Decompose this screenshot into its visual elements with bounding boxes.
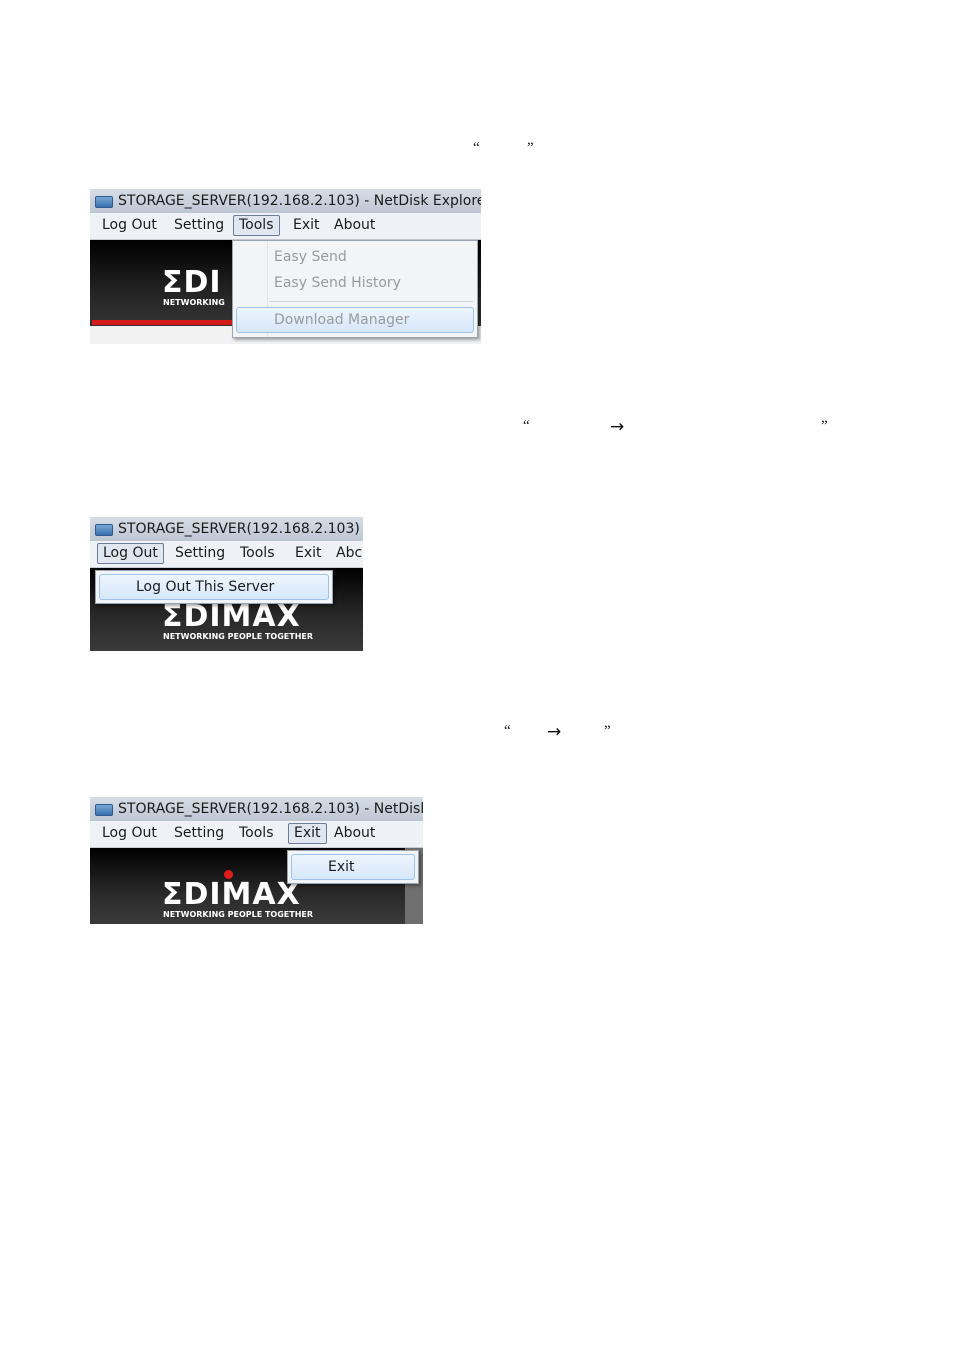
close-quote: ” [604, 723, 611, 739]
window-titlebar: STORAGE_SERVER(192.168.2.103) - NetDisk … [90, 189, 481, 213]
close-quote: ” [821, 418, 828, 434]
menu-item-download-manager[interactable]: Download Manager [236, 307, 474, 333]
logo-wordmark: ΣDIMAX [162, 599, 301, 634]
netdisk-app-icon [95, 524, 113, 536]
window-titlebar: STORAGE_SERVER(192.168.2.103) - NetDisk … [90, 797, 423, 821]
screenshot-exit-menu: STORAGE_SERVER(192.168.2.103) - NetDisk … [90, 797, 423, 924]
red-divider [92, 320, 232, 325]
edimax-logo: ΣDI NETWORKING [162, 268, 232, 308]
open-quote: “ [504, 723, 511, 739]
window-title: STORAGE_SERVER(192.168.2.103) - NetDisk … [118, 521, 363, 537]
menu-setting[interactable]: Setting [170, 544, 230, 563]
menu-setting[interactable]: Setting [169, 216, 229, 235]
menu-item-easy-send[interactable]: Easy Send [236, 245, 474, 269]
menu-bar: Log Out Setting Tools Exit About [90, 213, 481, 240]
arrow-icon: → [610, 417, 625, 437]
menu-tools[interactable]: Tools [234, 824, 279, 843]
logo-wordmark: ΣDIMAX [162, 877, 301, 912]
menu-item-exit[interactable]: Exit [291, 854, 415, 880]
logo-wordmark: ΣDI [162, 265, 222, 300]
screenshot-logout-menu: STORAGE_SERVER(192.168.2.103) - NetDisk … [90, 517, 363, 651]
logo-tagline: NETWORKING [163, 298, 225, 307]
open-quote: “ [523, 418, 530, 434]
menu-exit[interactable]: Exit [288, 216, 325, 235]
window-title: STORAGE_SERVER(192.168.2.103) - NetDisk … [118, 193, 481, 209]
logo-red-dot [224, 870, 233, 879]
menu-about[interactable]: Abc [331, 544, 363, 563]
tools-dropdown: Easy Send Easy Send History Download Man… [232, 240, 478, 338]
menu-log-out[interactable]: Log Out [97, 216, 162, 235]
menu-log-out[interactable]: Log Out [97, 824, 162, 843]
menu-item-log-out-this-server[interactable]: Log Out This Server [99, 574, 329, 600]
menu-item-easy-send-history[interactable]: Easy Send History [236, 271, 474, 295]
arrow-icon: → [547, 722, 562, 742]
window-title: STORAGE_SERVER(192.168.2.103) - NetDisk … [118, 801, 423, 817]
menu-tools[interactable]: Tools [233, 215, 280, 236]
menu-exit[interactable]: Exit [290, 544, 327, 563]
edimax-logo: ΣDIMAX NETWORKING PEOPLE TOGETHER [162, 870, 332, 922]
menu-separator [269, 301, 473, 302]
netdisk-app-icon [95, 804, 113, 816]
logo-tagline: NETWORKING PEOPLE TOGETHER [163, 632, 314, 641]
window-titlebar: STORAGE_SERVER(192.168.2.103) - NetDisk … [90, 517, 363, 541]
exit-dropdown: Exit [287, 850, 419, 884]
close-quote: ” [527, 140, 534, 156]
open-quote: “ [473, 140, 480, 156]
logout-dropdown: Log Out This Server [95, 570, 333, 604]
screenshot-tools-menu: STORAGE_SERVER(192.168.2.103) - NetDisk … [90, 189, 481, 344]
menu-about[interactable]: About [329, 824, 380, 843]
edimax-logo: ΣDIMAX NETWORKING PEOPLE TOGETHER [162, 602, 332, 644]
menu-bar: Log Out Setting Tools Exit About [90, 821, 423, 848]
logo-tagline: NETWORKING PEOPLE TOGETHER [163, 910, 314, 919]
menu-bar: Log Out Setting Tools Exit Abc [90, 541, 363, 568]
menu-about[interactable]: About [329, 216, 380, 235]
menu-log-out[interactable]: Log Out [97, 543, 164, 564]
menu-tools[interactable]: Tools [235, 544, 280, 563]
netdisk-app-icon [95, 196, 113, 208]
menu-setting[interactable]: Setting [169, 824, 229, 843]
menu-exit[interactable]: Exit [288, 823, 327, 844]
